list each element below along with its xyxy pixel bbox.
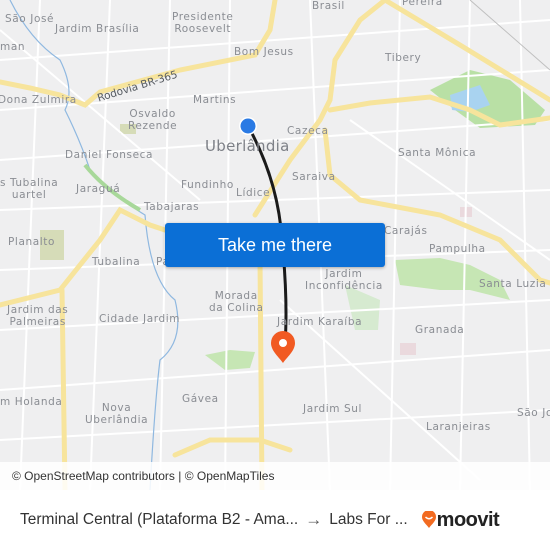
- neighborhood-label-granada: Granada: [415, 324, 465, 336]
- moovit-logo[interactable]: moovit: [421, 508, 500, 532]
- destination-name: Labs For ...: [329, 511, 408, 528]
- park-area: [205, 350, 255, 370]
- neighborhood-label-cidade-jardim: Cidade Jardim: [99, 313, 181, 325]
- neighborhood-label-santa-monica: Santa Mônica: [398, 147, 477, 159]
- neighborhood-label-jardim-das-palmeiras: Jardim das Palmeiras: [7, 304, 69, 328]
- origin-stop-name: Terminal Central (Plataforma B2 - Ama...: [20, 511, 299, 528]
- neighborhood-label-jardim-inconfidencia: Jardim Inconfidência: [305, 268, 383, 292]
- neighborhood-label-tubalina: Tubalina: [92, 256, 141, 268]
- destination-pin-icon: [271, 331, 295, 363]
- neighborhood-label-daniel-fonseca: Daniel Fonseca: [65, 149, 154, 161]
- neighborhood-label-jardim-brasilia: Jardim Brasília: [55, 23, 140, 35]
- neighborhood-label-lidice: Lídice: [236, 187, 271, 199]
- brand-name: moovit: [436, 508, 500, 531]
- neighborhood-label-sao-jo: São Jo: [517, 407, 550, 419]
- map-attribution[interactable]: © OpenStreetMap contributors | © OpenMap…: [0, 462, 550, 490]
- neighborhood-label-santa-luzia: Santa Luzia: [479, 278, 547, 290]
- neighborhood-label-carajas: Carajás: [384, 225, 428, 237]
- neighborhood-label-jardim-karaiba: Jardim Karaíba: [277, 316, 363, 328]
- neighborhood-label-jaragua: Jaraguá: [76, 183, 121, 195]
- city-label: Uberlândia: [205, 137, 290, 155]
- neighborhood-label-pereira: Pereira: [402, 0, 443, 8]
- neighborhood-label-gavea: Gávea: [182, 393, 219, 405]
- neighborhood-label-morada-da-colina: Morada da Colina: [209, 290, 264, 314]
- neighborhood-label-brasil: Brasil: [312, 0, 345, 12]
- neighborhood-label-man: man: [0, 41, 26, 53]
- neighborhood-label-sao-jose: São José: [5, 13, 55, 25]
- neighborhood-label-osvaldo-rezende: Osvaldo Rezende: [128, 108, 178, 132]
- neighborhood-label-martins: Martins: [193, 94, 237, 106]
- neighborhood-label-pampulha: Pampulha: [429, 243, 486, 255]
- moovit-pin-icon: [421, 511, 436, 528]
- neighborhood-label-cazeca: Cazeca: [287, 125, 329, 137]
- arrow-right-icon: →: [305, 510, 323, 529]
- neighborhood-label-bom-jesus: Bom Jesus: [234, 46, 294, 58]
- neighborhood-label-saraiva: Saraiva: [292, 171, 336, 183]
- neighborhood-label-presidente-roosevelt: Presidente Roosevelt: [172, 11, 234, 35]
- plaza: [400, 343, 416, 355]
- footer-bar: Terminal Central (Plataforma B2 - Ama...…: [0, 490, 550, 550]
- neighborhood-label-planalto: Planalto: [8, 236, 56, 248]
- neighborhood-label-tubalina-quartel: s Tubalina uartel: [0, 177, 59, 201]
- neighborhood-label-dona-zulmira: Dona Zulmira: [0, 94, 77, 106]
- neighborhood-label-fundinho: Fundinho: [181, 179, 234, 191]
- origin-marker: [240, 118, 256, 134]
- map[interactable]: Rodovia BR-365 Uberlândia São José Jardim…: [0, 0, 550, 490]
- neighborhood-label-nova-uberlandia: Nova Uberlândia: [85, 402, 149, 426]
- neighborhood-label-tibery: Tibery: [385, 52, 422, 64]
- neighborhood-label-tabajaras: Tabajaras: [144, 201, 200, 213]
- neighborhood-label-laranjeiras: Laranjeiras: [426, 421, 491, 433]
- take-me-there-button[interactable]: Take me there: [165, 223, 385, 267]
- neighborhood-label-jardim-sul: Jardim Sul: [303, 403, 363, 415]
- neighborhood-label-holanda: m Holanda: [0, 396, 63, 408]
